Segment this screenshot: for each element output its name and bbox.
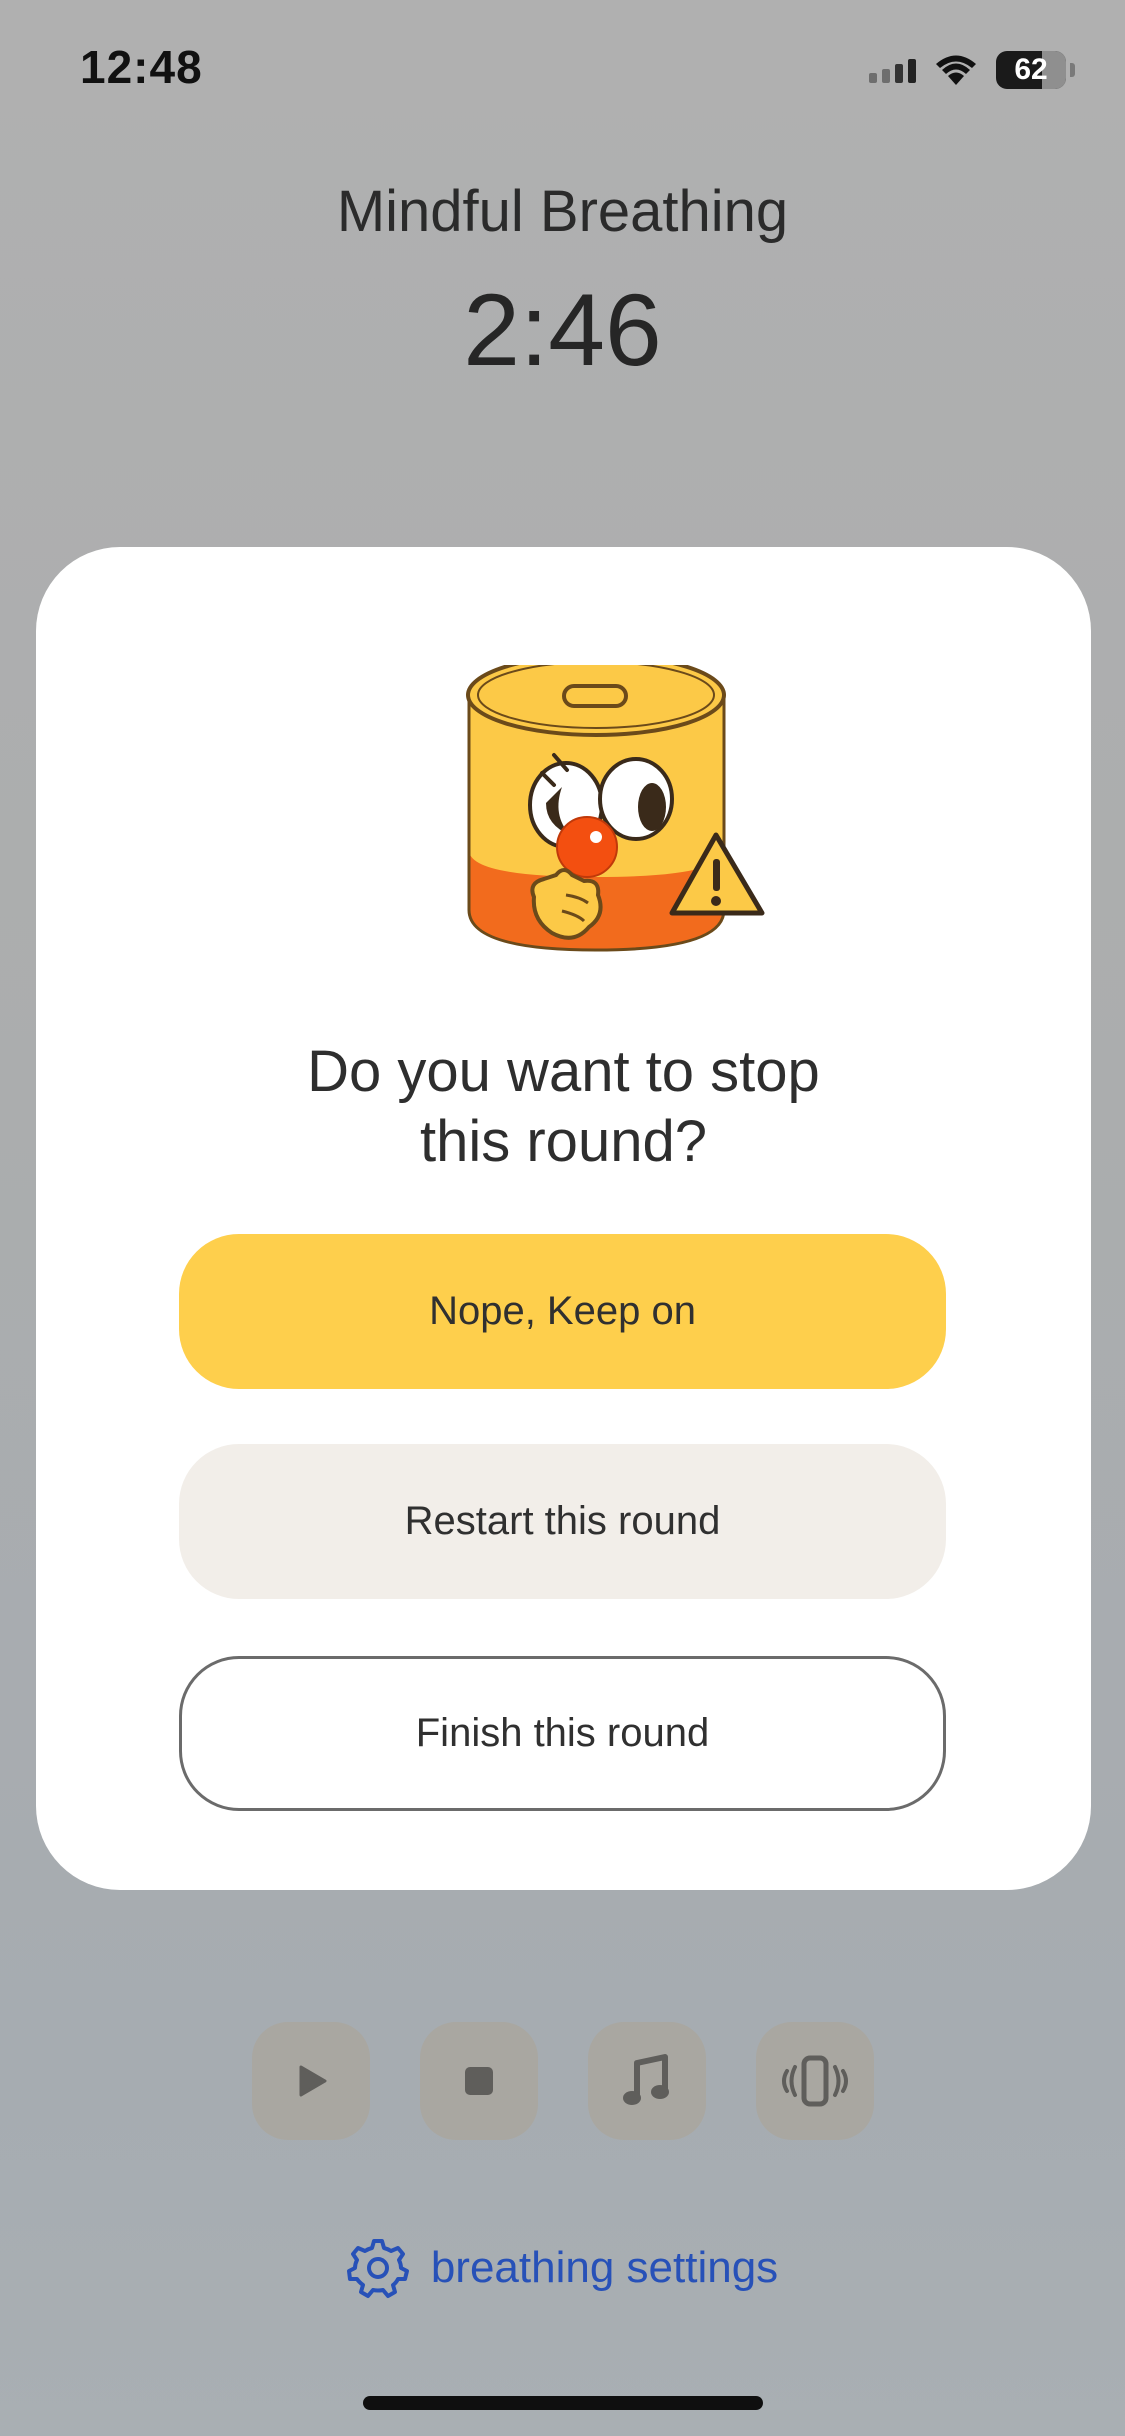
question-line-1: Do you want to stop — [307, 1039, 820, 1104]
dialog-question: Do you want to stop this round? — [36, 1037, 1091, 1177]
stop-button[interactable] — [420, 2022, 538, 2140]
breathing-settings-link[interactable]: breathing settings — [0, 2237, 1125, 2299]
warning-mascot-icon — [466, 665, 765, 952]
play-button[interactable] — [252, 2022, 370, 2140]
question-line-2: this round? — [420, 1109, 707, 1174]
keep-on-button[interactable]: Nope, Keep on — [179, 1234, 946, 1389]
status-time: 12:48 — [80, 41, 203, 93]
vibrate-icon — [782, 2055, 848, 2107]
playback-controls — [252, 2022, 874, 2140]
session-title: Mindful Breathing — [336, 179, 789, 244]
play-icon — [299, 2065, 327, 2097]
cellular-signal-icon — [869, 57, 916, 83]
battery-level: 62 — [1014, 53, 1048, 86]
vibration-button[interactable] — [756, 2022, 874, 2140]
stop-round-dialog: Do you want to stop this round? Nope, Ke… — [36, 547, 1091, 1890]
home-indicator[interactable] — [363, 2396, 763, 2410]
settings-label: breathing settings — [430, 2243, 779, 2292]
stop-icon — [465, 2067, 493, 2095]
wifi-icon — [936, 55, 976, 85]
gear-icon — [346, 2239, 409, 2298]
status-icons: 62 — [869, 48, 1075, 92]
finish-round-button[interactable]: Finish this round — [179, 1656, 946, 1811]
restart-round-button[interactable]: Restart this round — [179, 1444, 946, 1599]
music-button[interactable] — [588, 2022, 706, 2140]
battery-icon: 62 — [996, 51, 1066, 89]
battery-tip — [1070, 63, 1075, 77]
music-note-icon — [623, 2054, 669, 2105]
countdown-timer: 2:46 — [463, 273, 662, 387]
